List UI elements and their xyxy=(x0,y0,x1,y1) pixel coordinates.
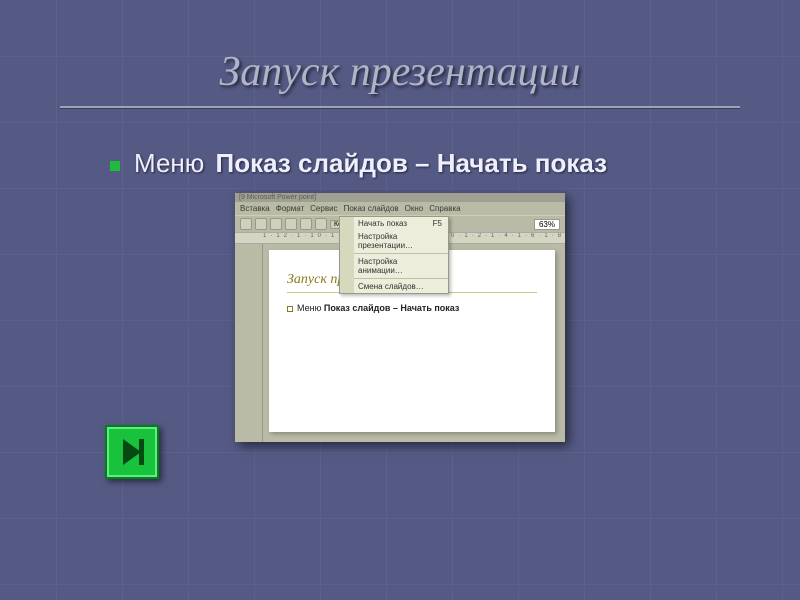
inner-rest: Показ слайдов – Начать показ xyxy=(324,303,460,313)
toolbar-button[interactable] xyxy=(240,218,252,230)
embedded-screenshot: [9 Microsoft Power point] Вставка Формат… xyxy=(235,193,565,442)
menu-item[interactable]: Формат xyxy=(276,204,304,213)
dropdown-item-animation[interactable]: Настройка анимации… xyxy=(340,255,448,277)
inner-bullet: Меню Показ слайдов – Начать показ xyxy=(287,303,537,313)
dropdown-item-label: Настройка презентации… xyxy=(358,232,442,250)
dropdown-item-accel: F5 xyxy=(433,219,442,228)
slideshow-dropdown: Начать показ F5 Настройка презентации… Н… xyxy=(339,216,449,294)
menu-item[interactable]: Справка xyxy=(429,204,460,213)
dropdown-separator xyxy=(340,253,448,254)
inner-bullet-icon xyxy=(287,306,293,312)
dropdown-icon-column xyxy=(340,217,354,293)
slide-title: Запуск презентации xyxy=(60,48,740,96)
dropdown-item-label: Смена слайдов… xyxy=(358,282,424,291)
window-title: [9 Microsoft Power point] xyxy=(235,193,565,202)
title-underline xyxy=(60,106,740,108)
menu-item[interactable]: Показ слайдов xyxy=(344,204,399,213)
zoom-value[interactable]: 63% xyxy=(534,219,560,230)
dropdown-separator xyxy=(340,278,448,279)
dropdown-item-label: Начать показ xyxy=(358,219,407,228)
play-bar-icon xyxy=(139,439,144,465)
dropdown-item-label: Настройка анимации… xyxy=(358,257,442,275)
bullet-rest: Показ слайдов – Начать показ xyxy=(216,148,608,178)
toolbar-button[interactable] xyxy=(300,218,312,230)
menu-item[interactable]: Сервис xyxy=(310,204,337,213)
toolbar-button[interactable] xyxy=(255,218,267,230)
slide-thumbnails-pane[interactable] xyxy=(235,244,263,442)
menu-item[interactable]: Окно xyxy=(405,204,424,213)
bullet-marker-icon xyxy=(110,161,120,171)
menu-item[interactable]: Вставка xyxy=(240,204,270,213)
toolbar-button[interactable] xyxy=(315,218,327,230)
play-next-button[interactable] xyxy=(105,425,159,479)
bullet-line: Меню Показ слайдов – Начать показ xyxy=(110,148,740,179)
toolbar-button[interactable] xyxy=(270,218,282,230)
toolbar-button[interactable] xyxy=(285,218,297,230)
inner-menu-word: Меню xyxy=(297,303,321,313)
dropdown-item-transition[interactable]: Смена слайдов… xyxy=(340,280,448,293)
bullet-menu-word: Меню xyxy=(134,148,204,178)
menubar: Вставка Формат Сервис Показ слайдов Окно… xyxy=(235,202,565,215)
dropdown-item-start[interactable]: Начать показ F5 xyxy=(340,217,448,230)
presentation-slide: Запуск презентации Меню Показ слайдов – … xyxy=(0,0,800,600)
dropdown-item-setup[interactable]: Настройка презентации… xyxy=(340,230,448,252)
